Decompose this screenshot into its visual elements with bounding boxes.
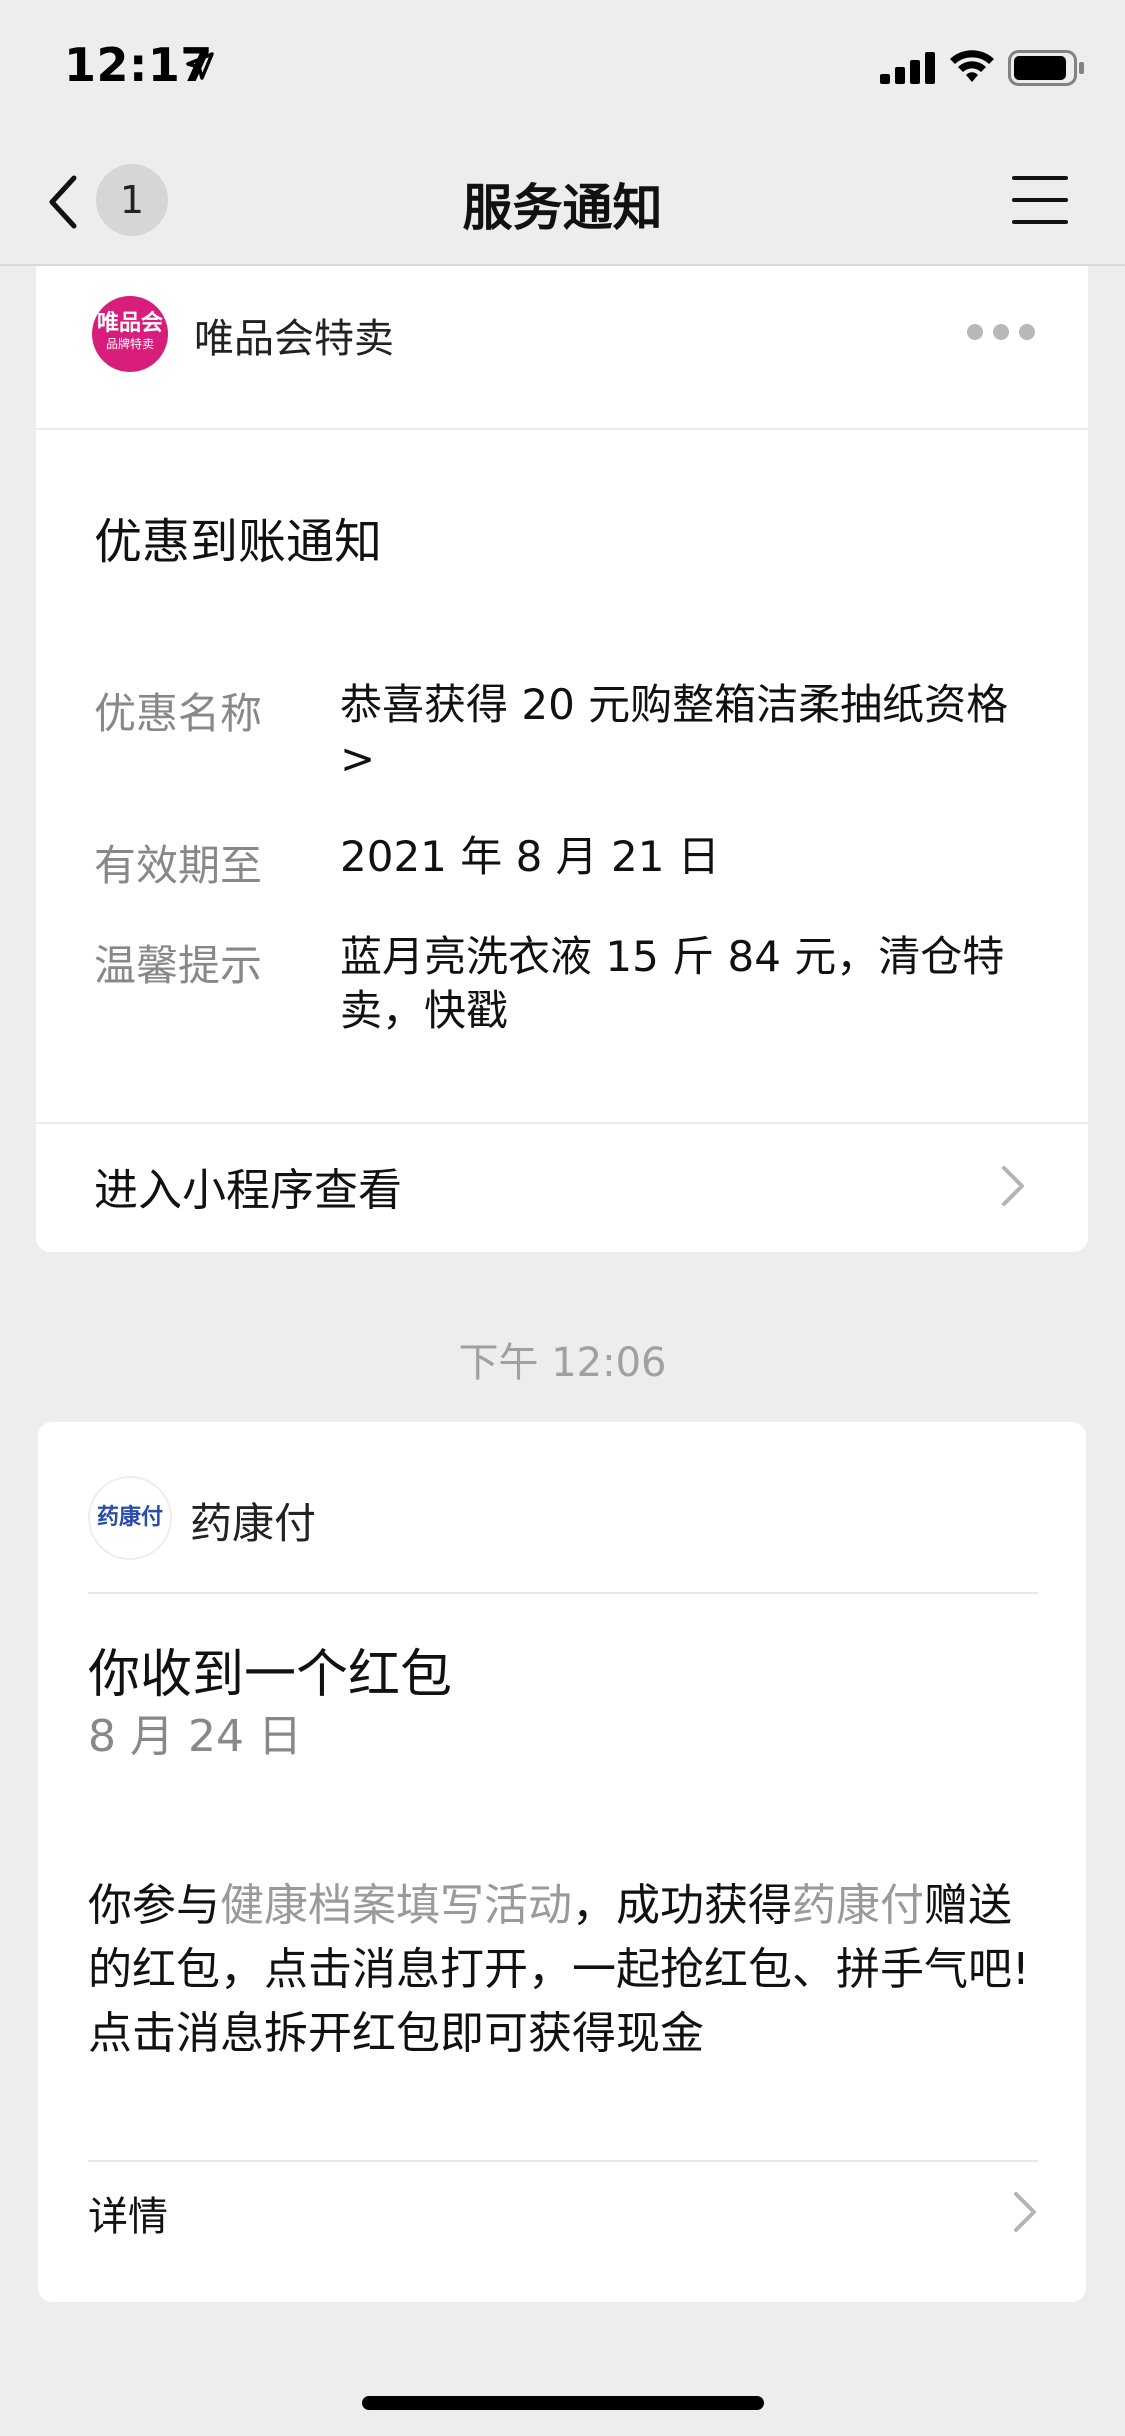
notification-card-red-packet[interactable]: 药康付 药康付 你收到一个红包 8 月 24 日 你参与健康档案填写活动，成功获…	[38, 1422, 1086, 2302]
home-indicator[interactable]	[362, 2396, 764, 2410]
field-value: 2021 年 8 月 21 日	[340, 832, 720, 881]
message-timestamp: 下午 12:06	[458, 1340, 667, 1386]
notification-card-vip[interactable]: 唯品会 品牌特卖 唯品会特卖 优惠到账通知 优惠名称 恭喜获得 20 元购整箱洁…	[36, 266, 1088, 1252]
yaokangfu-logo: 药康付	[88, 1476, 172, 1560]
activity-highlight: 健康档案填写活动	[220, 1880, 572, 1931]
field-label: 温馨提示	[94, 941, 263, 990]
brand-name[interactable]: 药康付	[190, 1490, 316, 1551]
nav-bar: 1 服务通知	[0, 140, 1125, 266]
divider	[88, 1592, 1038, 1594]
vip-logo: 唯品会 品牌特卖	[92, 296, 168, 372]
more-options-icon[interactable]	[966, 322, 1036, 342]
field-value: 蓝月亮洗衣液 15 斤 84 元，清仓特卖，快戳	[340, 932, 1005, 1035]
wifi-icon	[950, 50, 994, 82]
location-arrow-icon	[186, 52, 214, 80]
field-label: 有效期至	[94, 841, 263, 890]
chevron-right-icon	[1002, 1166, 1024, 1206]
field-value: 恭喜获得 20 元购整箱洁柔抽纸资格>	[340, 680, 1009, 783]
field-label: 优惠名称	[94, 689, 263, 738]
divider	[36, 428, 1088, 430]
red-packet-date: 8 月 24 日	[88, 1711, 302, 1762]
menu-icon[interactable]	[1012, 174, 1068, 226]
battery-icon	[1008, 50, 1084, 86]
chevron-right-icon	[1014, 2192, 1036, 2232]
cellular-signal-icon	[880, 52, 935, 84]
red-packet-body: 你参与健康档案填写活动，成功获得药康付赠送的红包，点击消息打开，一起抢红包、拼手…	[88, 1880, 1030, 2059]
divider	[36, 1122, 1088, 1124]
notice-title: 优惠到账通知	[94, 514, 383, 570]
red-packet-title: 你收到一个红包	[88, 1645, 453, 1705]
brand-highlight: 药康付	[792, 1880, 924, 1931]
status-bar: 12:17	[0, 0, 1125, 140]
open-mini-program-link[interactable]: 进入小程序查看	[94, 1154, 402, 1218]
page-title: 服务通知	[462, 179, 663, 237]
divider	[88, 2160, 1038, 2162]
brand-name[interactable]: 唯品会特卖	[194, 306, 394, 364]
details-link[interactable]: 详情	[88, 2184, 168, 2242]
